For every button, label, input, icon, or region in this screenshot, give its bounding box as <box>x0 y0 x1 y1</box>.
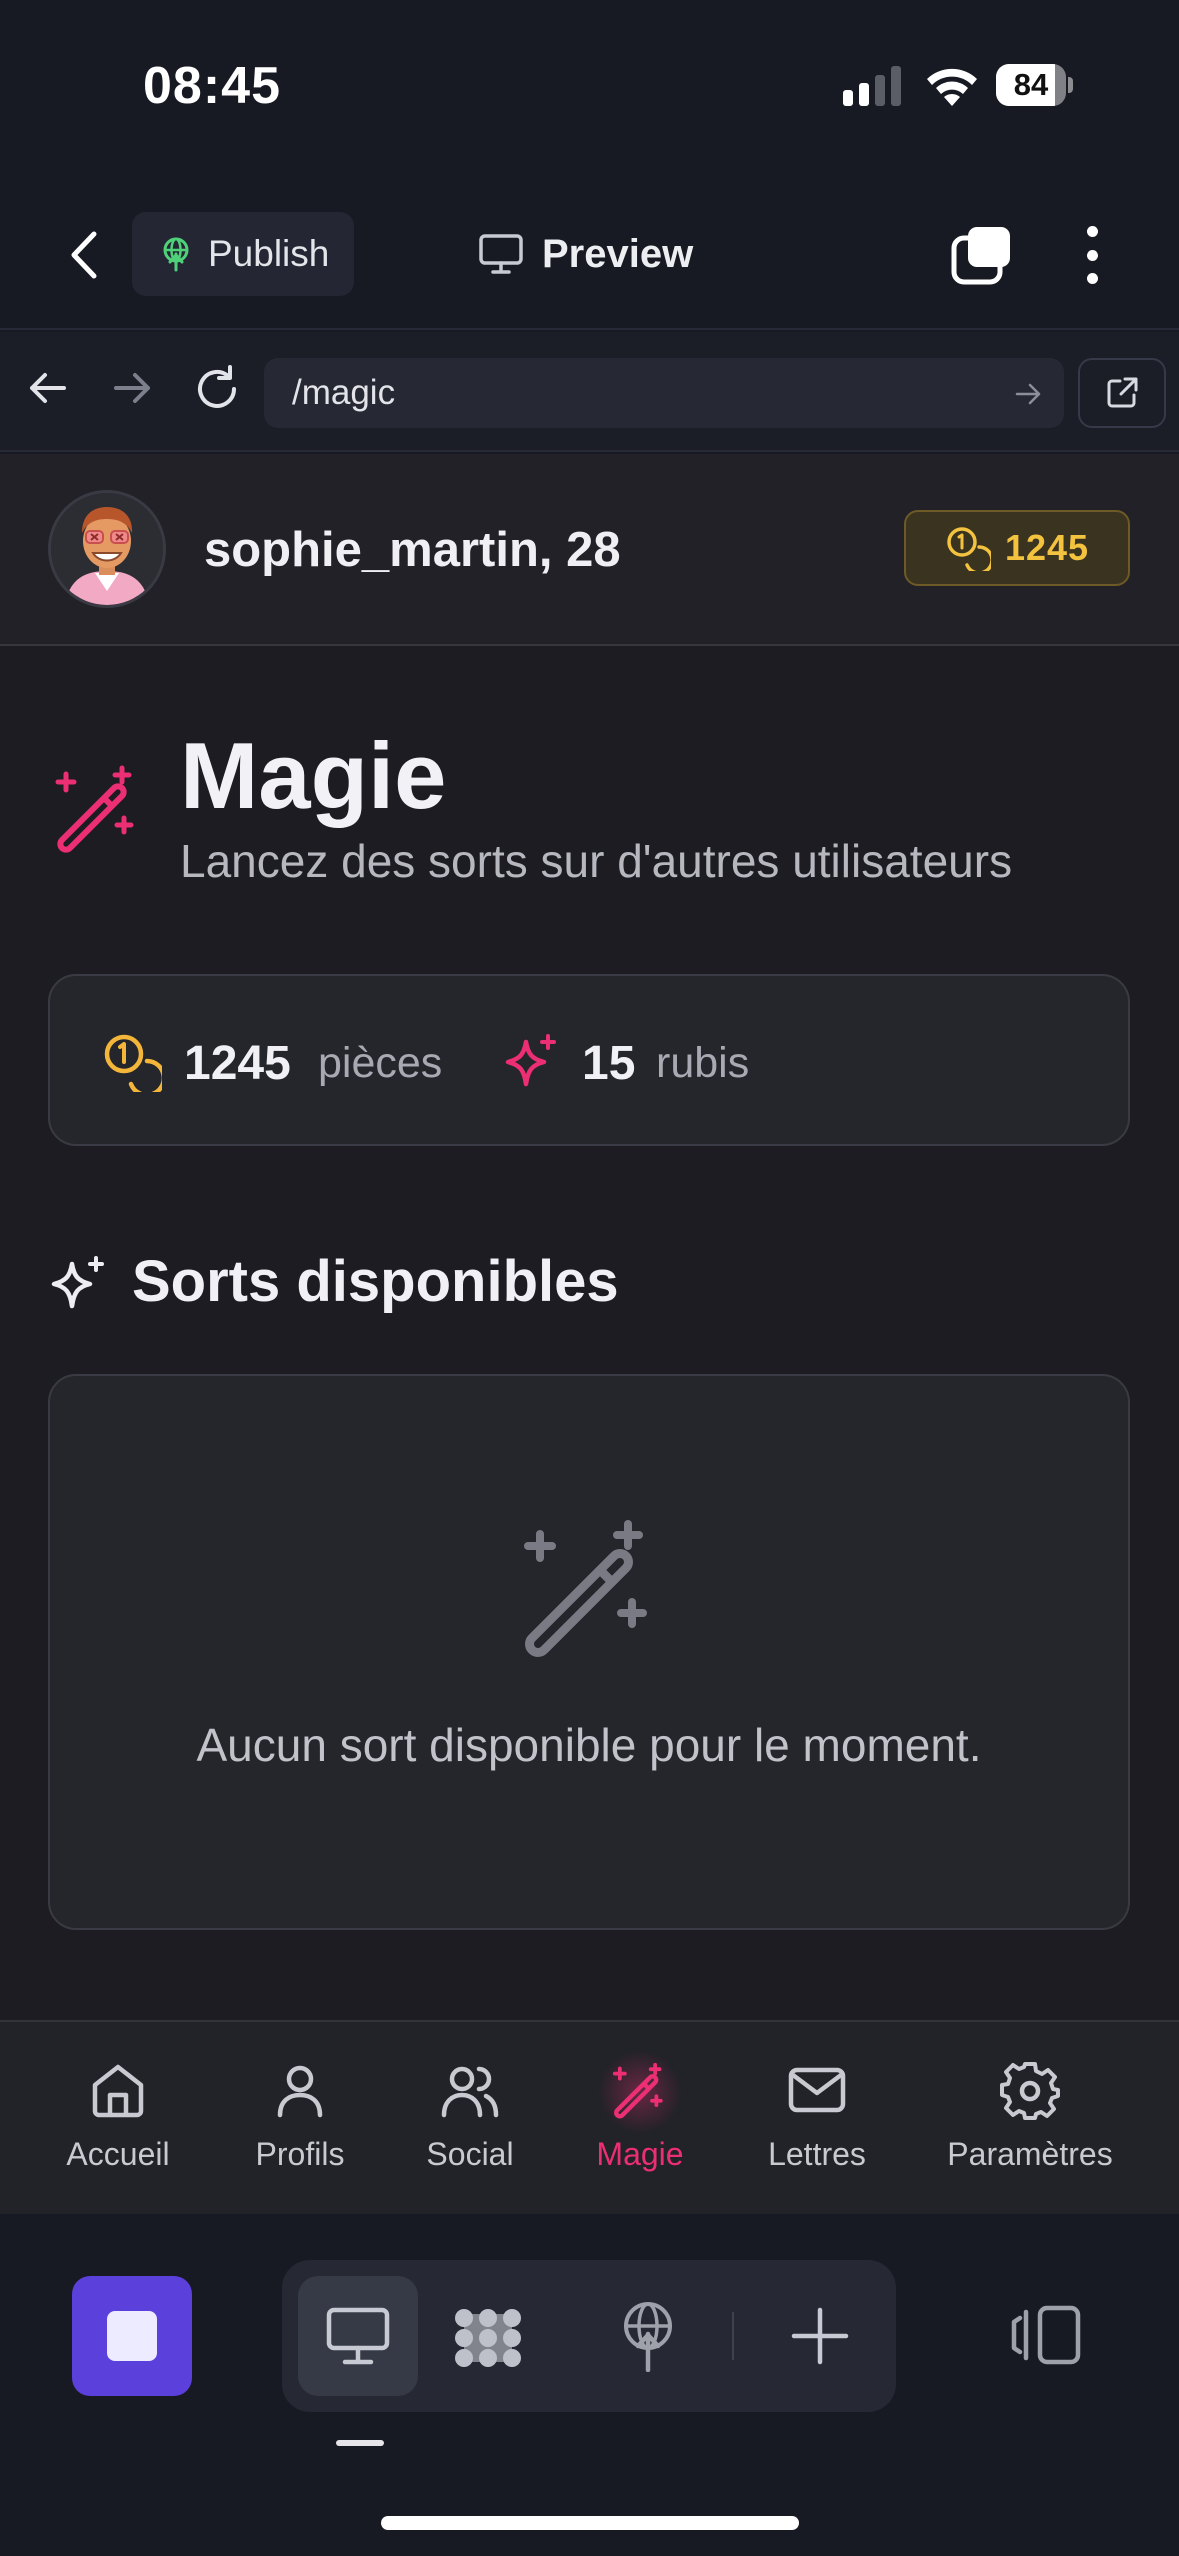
coin-balance-badge[interactable]: 1245 <box>904 510 1130 586</box>
username: sophie_martin, 28 <box>204 523 621 577</box>
app-viewport: sophie_martin, 28 1245 Magie Lancez des … <box>0 454 1179 2020</box>
magic-wand-icon <box>55 765 134 853</box>
coins-icon <box>947 527 991 571</box>
apps-grid-icon[interactable] <box>450 2306 526 2370</box>
nav-item-accueil[interactable]: Accueil <box>58 2022 178 2216</box>
home-indicator[interactable] <box>381 2516 799 2530</box>
users-icon <box>441 2066 499 2118</box>
coins-value: 1245 <box>184 1037 291 1090</box>
profile-header: sophie_martin, 28 1245 <box>0 454 1179 646</box>
publish-label: Publish <box>208 233 330 274</box>
nav-label: Accueil <box>66 2136 170 2172</box>
reload-icon[interactable] <box>192 364 242 414</box>
browser-bar: /magic <box>0 332 1179 452</box>
nav-label: Magie <box>596 2136 684 2172</box>
page-subtitle: Lancez des sorts sur d'autres utilisateu… <box>180 835 1013 887</box>
currency-stats-card: 1245 pièces 15 rubis <box>48 974 1130 1146</box>
external-link-icon <box>1107 377 1138 408</box>
split-view-icon[interactable] <box>1010 2304 1082 2366</box>
url-text: /magic <box>292 373 396 412</box>
bottom-nav: Accueil Profils Social Magie Lettres Par… <box>0 2020 1179 2214</box>
spells-empty-state: Aucun sort disponible pour le moment. <box>48 1374 1130 1930</box>
mode-switcher <box>282 2260 896 2412</box>
browser-forward-icon[interactable] <box>110 366 154 410</box>
avatar[interactable] <box>48 490 166 608</box>
battery-level: 84 <box>1013 67 1049 102</box>
windows-icon[interactable] <box>950 224 1014 286</box>
stop-button[interactable] <box>72 2276 192 2396</box>
status-bar: 08:45 84 <box>0 0 1179 170</box>
wifi-icon <box>927 68 977 106</box>
coins-icon <box>104 1034 162 1092</box>
sparkle-icon <box>505 1034 556 1087</box>
browser-back-icon[interactable] <box>26 366 70 410</box>
nav-label: Paramètres <box>947 2136 1113 2172</box>
sparkles-icon <box>51 1256 104 1309</box>
mail-icon <box>788 2067 846 2113</box>
active-mode-indicator <box>336 2440 384 2446</box>
preview-label: Preview <box>542 231 694 276</box>
nav-item-profils[interactable]: Profils <box>240 2022 360 2216</box>
open-external-button[interactable] <box>1078 358 1166 428</box>
nav-label: Lettres <box>768 2136 866 2172</box>
monitor-icon <box>479 234 523 274</box>
editor-top-bar: Publish Preview <box>0 200 1179 330</box>
nav-label: Profils <box>255 2136 345 2172</box>
nav-item-parametres[interactable]: Paramètres <box>940 2022 1120 2216</box>
back-chevron-icon[interactable] <box>60 228 110 282</box>
publish-globe-icon[interactable] <box>618 2300 678 2372</box>
nav-item-magie[interactable]: Magie <box>580 2022 700 2216</box>
publish-button[interactable]: Publish <box>132 212 354 296</box>
empty-message: Aucun sort disponible pour le moment. <box>196 1719 982 1771</box>
gear-icon <box>1000 2062 1060 2120</box>
preview-button[interactable]: Preview <box>478 226 693 282</box>
nav-label: Social <box>426 2136 514 2172</box>
home-icon <box>92 2064 144 2118</box>
desktop-mode-button[interactable] <box>298 2276 418 2396</box>
url-field[interactable]: /magic <box>264 358 1064 428</box>
magic-wand-icon <box>524 1520 647 1657</box>
monitor-icon <box>326 2307 390 2365</box>
nav-item-social[interactable]: Social <box>410 2022 530 2216</box>
rubies-value: 15 <box>582 1037 636 1090</box>
rubies-label: rubis <box>656 1039 750 1087</box>
go-arrow-icon[interactable] <box>1014 380 1042 408</box>
user-icon <box>277 2065 323 2118</box>
cellular-signal-icon <box>843 66 901 106</box>
nav-item-lettres[interactable]: Lettres <box>757 2022 877 2216</box>
editor-toolbar <box>0 2216 1179 2556</box>
status-time: 08:45 <box>143 57 281 115</box>
more-options-icon[interactable] <box>1072 226 1112 284</box>
avatar-illustration <box>51 493 163 605</box>
battery-indicator: 84 <box>996 64 1073 106</box>
section-title: Sorts disponibles <box>132 1249 619 1314</box>
page-title: Magie <box>180 723 447 828</box>
add-icon[interactable] <box>790 2306 850 2366</box>
coins-label: pièces <box>318 1039 443 1087</box>
coin-balance-value: 1245 <box>1004 527 1090 568</box>
publish-globe-icon <box>163 237 189 272</box>
